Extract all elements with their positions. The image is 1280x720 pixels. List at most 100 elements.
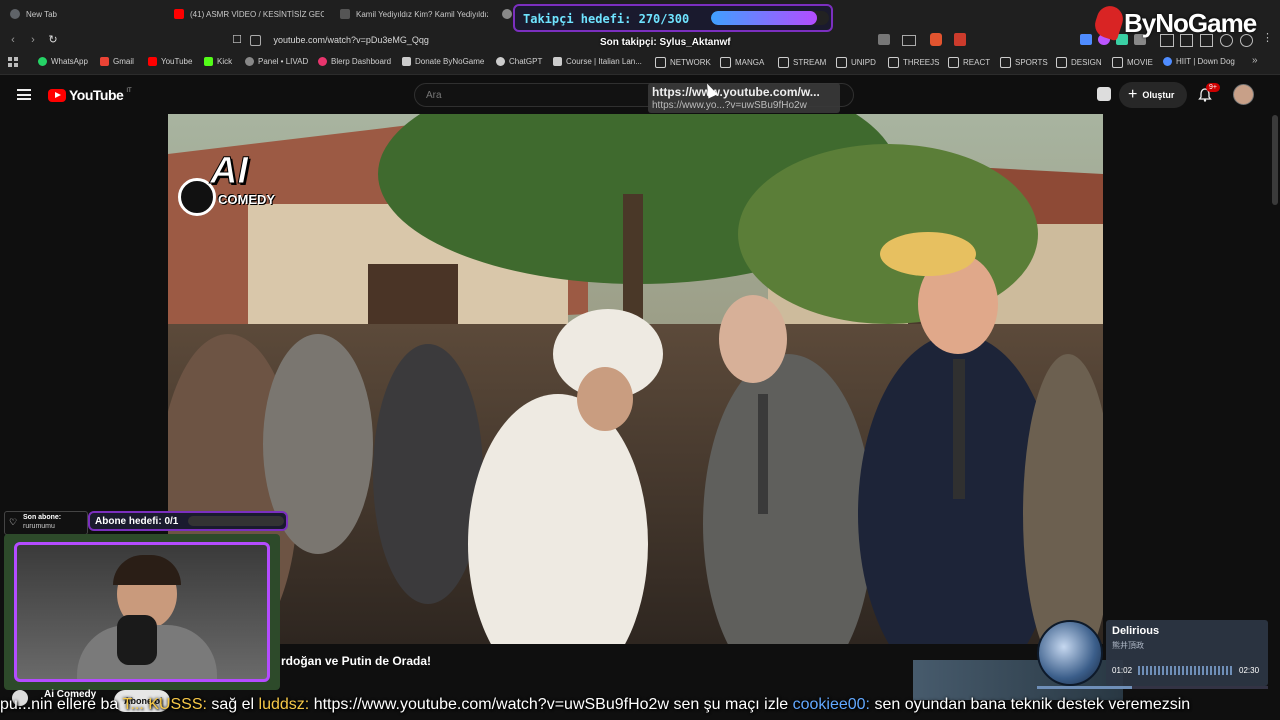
bookmark-folder-movie[interactable]: MOVIE: [1112, 57, 1153, 68]
bookmark-folder-manga[interactable]: MANGA: [720, 57, 764, 68]
watermark-comedy-text: COMEDY: [218, 192, 276, 207]
tooltip-url-secondary: https://www.yo...?v=uwSBu9fHo2w: [652, 100, 807, 111]
whatsapp-icon: [38, 57, 47, 66]
folder-icon: [1000, 57, 1011, 68]
bookmark-label: SPORTS: [1015, 58, 1048, 67]
sub-goal-widget: Abone hedefi: 0/1: [88, 511, 288, 531]
x-icon: [553, 57, 562, 66]
bookmark-folder-design[interactable]: DESIGN: [1056, 57, 1102, 68]
forward-icon[interactable]: ›: [26, 33, 40, 47]
scrollbar-thumb[interactable]: [1272, 115, 1278, 205]
track-panel: Delirious 熊井頂政 01:02 02:30: [1106, 620, 1268, 686]
bookmark-folder-unipd[interactable]: UNIPD: [836, 57, 876, 68]
youtube-logo-text: YouTube: [69, 87, 124, 103]
bookmark-label: Gmail: [113, 57, 134, 66]
ticker-message: pu...nin ellere ba: [0, 696, 119, 713]
bookmark-donate-bynogame[interactable]: Donate ByNoGame: [402, 57, 484, 66]
bookmark-gmail[interactable]: Gmail: [100, 57, 134, 66]
tab-asmr-video[interactable]: (41) ASMR VİDEO / KESİNTİSİZ GECE: [174, 6, 324, 22]
globe-icon: [245, 57, 254, 66]
site-info-icon[interactable]: [250, 35, 261, 47]
cast-icon[interactable]: [1097, 87, 1111, 101]
tab-label: Kamil Yediyıldız Kim? Kamil Yediyıldız: [356, 9, 488, 19]
video-player[interactable]: AI COMEDY: [168, 114, 1103, 644]
bookmark-folder-react[interactable]: REACT: [948, 57, 990, 68]
bookmark-label: REACT: [963, 58, 991, 67]
tab-label: New Tab: [26, 9, 57, 19]
folder-icon: [948, 57, 959, 68]
ticker-message: sağ el: [211, 696, 255, 713]
ticker-username: T... KUSSS:: [122, 696, 207, 713]
webcam-frame: [4, 534, 280, 690]
bookmark-label: Panel • LIVAD: [258, 57, 309, 66]
bookmark-kick[interactable]: Kick: [204, 57, 232, 66]
rewards-icon[interactable]: [954, 33, 966, 46]
bookmark-folder-sports[interactable]: SPORTS: [1000, 57, 1048, 68]
youtube-play-icon: [48, 88, 66, 102]
notification-badge: 9+: [1206, 83, 1220, 92]
bynogame-brand: ByNoGame: [1091, 2, 1278, 42]
bookmark-label: Donate ByNoGame: [415, 57, 485, 66]
blerp-icon: [318, 57, 327, 66]
sub-goal-bar: [188, 516, 284, 526]
gmail-icon: [100, 57, 109, 66]
extension-icon[interactable]: [1080, 34, 1092, 45]
translate-icon[interactable]: [878, 34, 890, 45]
bookmark-icon[interactable]: ☐: [230, 33, 244, 47]
bookmark-panel-livad[interactable]: Panel • LIVAD: [245, 57, 308, 66]
bookmark-italian-course[interactable]: Course | Italian Lan...: [553, 57, 642, 66]
hamburger-menu-icon[interactable]: [17, 89, 31, 100]
bookmark-label: MOVIE: [1127, 58, 1153, 67]
video-title: rdoğan ve Putin de Orada!: [281, 654, 432, 668]
page-icon: [340, 9, 350, 19]
globe-icon: [502, 9, 512, 19]
brand-text: ByNoGame: [1124, 8, 1257, 38]
more-bookmarks-icon[interactable]: »: [1252, 55, 1258, 66]
youtube-logo[interactable]: YouTube IT: [48, 87, 132, 103]
bookmark-label: HIIT | Down Dog: [1176, 57, 1235, 66]
bookmarks-bar: WhatsApp Gmail YouTube Kick Panel • LIVA…: [0, 52, 1280, 75]
chat-ticker: pu...nin ellere ba T... KUSSS: sağ el lu…: [0, 690, 1280, 720]
track-progress-bar: [1037, 686, 1268, 689]
apps-icon[interactable]: [8, 57, 18, 67]
create-label: Oluştur: [1142, 90, 1175, 100]
bynogame-logo-icon: [1091, 2, 1127, 42]
track-title: Delirious: [1112, 625, 1160, 637]
bookmark-folder-stream[interactable]: STREAM: [778, 57, 826, 68]
bookmark-label: ChatGPT: [509, 57, 543, 66]
ticker-message: sen oyundan bana teknik destek veremezsi…: [874, 696, 1191, 713]
notifications-icon[interactable]: 9+: [1198, 83, 1220, 102]
track-artist: 熊井頂政: [1112, 641, 1144, 650]
bookmark-hiit[interactable]: HIIT | Down Dog: [1163, 57, 1235, 66]
youtube-header: YouTube IT Ara https://www.youtube.com/w…: [0, 75, 1280, 115]
bookmark-blerp[interactable]: Blerp Dashboard: [318, 57, 391, 66]
bookmark-label: Kick: [217, 57, 233, 66]
shield-icon: [10, 9, 20, 19]
bookmark-label: THREEJS: [903, 58, 940, 67]
bookmark-label: MANGA: [735, 58, 765, 67]
reload-icon[interactable]: ↻: [46, 33, 60, 47]
bookmark-folder-threejs[interactable]: THREEJS: [888, 57, 939, 68]
bookmark-youtube[interactable]: YouTube: [148, 57, 192, 66]
bookmark-label: STREAM: [793, 58, 827, 67]
tab-kamil-yediyildiz[interactable]: Kamil Yediyıldız Kim? Kamil Yediyıldız: [340, 6, 488, 22]
link-hover-tooltip: https://www.youtube.com/w... https://www…: [648, 83, 840, 113]
back-icon[interactable]: ‹: [6, 33, 20, 47]
cast-icon[interactable]: [902, 35, 916, 46]
tab-new-tab[interactable]: New Tab: [10, 6, 160, 22]
webcam-feed: [14, 542, 270, 682]
bookmark-label: NETWORK: [670, 58, 711, 67]
folder-icon: [888, 57, 899, 68]
brave-shield-icon[interactable]: [930, 33, 942, 46]
now-playing-widget: Delirious 熊井頂政 01:02 02:30: [913, 620, 1278, 700]
track-total: 02:30: [1239, 666, 1260, 675]
ticker-username: luddsz:: [258, 696, 310, 713]
search-placeholder: Ara: [426, 90, 442, 101]
create-button[interactable]: + Oluştur: [1119, 82, 1187, 108]
last-sub-widget: ♡ Son abone: rurumumu: [4, 511, 88, 535]
bookmark-whatsapp[interactable]: WhatsApp: [38, 57, 88, 66]
bookmark-label: Blerp Dashboard: [331, 57, 392, 66]
bookmark-folder-network[interactable]: NETWORK: [655, 57, 711, 68]
avatar[interactable]: [1233, 84, 1254, 105]
bookmark-chatgpt[interactable]: ChatGPT: [496, 57, 542, 66]
